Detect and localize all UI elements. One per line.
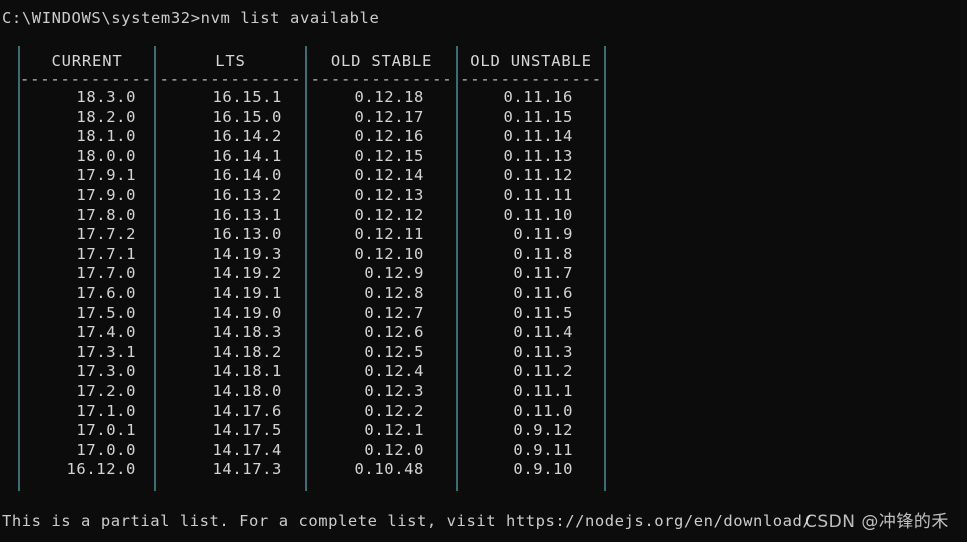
table-header-separator-row: -------------- -------------- ----------…: [0, 72, 640, 86]
header-separator-old-stable: --------------: [310, 72, 453, 86]
table-row: [0, 166, 640, 186]
column-header-current: CURRENT: [51, 52, 123, 70]
column-header-lts: LTS: [215, 52, 246, 70]
table-header-row: CURRENT LTS OLD STABLE OLD UNSTABLE: [0, 51, 640, 71]
table-row: [0, 225, 640, 245]
table-row: [0, 323, 640, 343]
csdn-watermark: CSDN @冲锋的禾: [805, 512, 949, 532]
table-row: [0, 362, 640, 382]
table-row: [0, 264, 640, 284]
partial-list-notice: This is a partial list. For a complete l…: [2, 512, 813, 530]
table-row: [0, 108, 640, 128]
table-row: [0, 245, 640, 265]
version-table: CURRENT LTS OLD STABLE OLD UNSTABLE ----…: [0, 46, 640, 492]
header-separator-lts: --------------: [159, 72, 302, 86]
header-separator-old-unstable: --------------: [460, 72, 602, 86]
table-row: [0, 186, 640, 206]
table-row: [0, 206, 640, 226]
table-row: [0, 284, 640, 304]
table-row: [0, 127, 640, 147]
table-row: [0, 441, 640, 461]
table-body: 18.3.0 16.15.1 0.12.18 0.11.16 18.2.0 16.15.0…: [0, 88, 640, 480]
table-row: [0, 402, 640, 422]
table-row: [0, 88, 640, 108]
table-row: [0, 147, 640, 167]
table-row: [0, 460, 640, 480]
header-separator-current: --------------: [20, 72, 154, 86]
column-header-old-stable: OLD STABLE: [330, 52, 433, 70]
table-row: [0, 382, 640, 402]
table-row: [0, 421, 640, 441]
table-row: [0, 343, 640, 363]
terminal-window[interactable]: C:\WINDOWS\system32>nvm list available C…: [0, 0, 967, 542]
command-prompt-line: C:\WINDOWS\system32>nvm list available: [2, 9, 380, 27]
table-row: [0, 304, 640, 324]
column-header-old-unstable: OLD UNSTABLE: [470, 52, 592, 70]
